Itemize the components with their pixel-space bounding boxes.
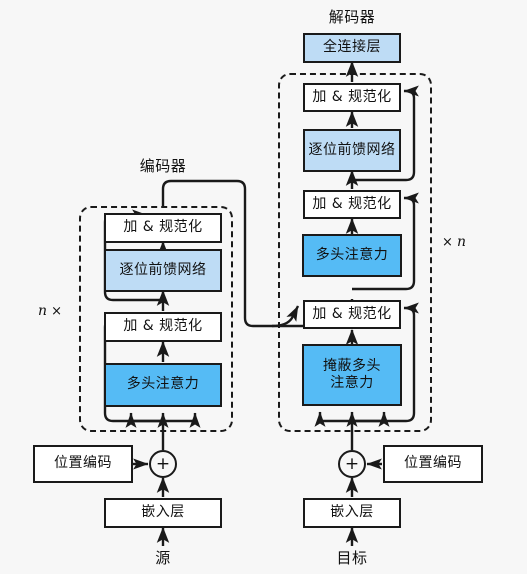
encoder-multihead-attention[interactable]: 多头注意力	[104, 363, 222, 407]
connector-layer	[103, 61, 419, 546]
source-label: 源	[155, 549, 171, 567]
decoder-feedforward[interactable]: 逐位前馈网络	[303, 129, 401, 172]
decoder-cross-attention[interactable]: 多头注意力	[302, 234, 402, 277]
decoder-dense-layer[interactable]: 全连接层	[303, 33, 401, 63]
encoder-repeat-label: n ×	[38, 303, 63, 319]
target-positional-encoding[interactable]: 位置编码	[383, 445, 483, 483]
encoder-addnorm-top[interactable]: 加 & 规范化	[104, 213, 222, 243]
target-embedding-layer[interactable]: 嵌入层	[303, 498, 401, 528]
encoder-feedforward[interactable]: 逐位前馈网络	[104, 249, 222, 292]
target-add-node: +	[338, 450, 366, 478]
decoder-addnorm-top[interactable]: 加 & 规范化	[303, 83, 401, 112]
source-add-node: +	[149, 450, 177, 478]
source-positional-encoding[interactable]: 位置编码	[33, 445, 133, 483]
decoder-repeat-label: × n	[442, 234, 467, 250]
decoder-title: 解码器	[328, 8, 376, 26]
encoder-addnorm-bottom[interactable]: 加 & 规范化	[104, 312, 222, 342]
decoder-addnorm-bottom[interactable]: 加 & 规范化	[303, 300, 401, 329]
decoder-addnorm-mid[interactable]: 加 & 规范化	[303, 190, 401, 219]
source-embedding-layer[interactable]: 嵌入层	[104, 498, 222, 528]
target-label: 目标	[336, 549, 368, 567]
decoder-masked-attention[interactable]: 掩蔽多头 注意力	[302, 344, 402, 406]
transformer-architecture-diagram: 编码器 解码器 n × × n 加 & 规范化 逐位前馈网络 加 & 规范化 多…	[0, 0, 527, 574]
encoder-title: 编码器	[139, 157, 187, 175]
